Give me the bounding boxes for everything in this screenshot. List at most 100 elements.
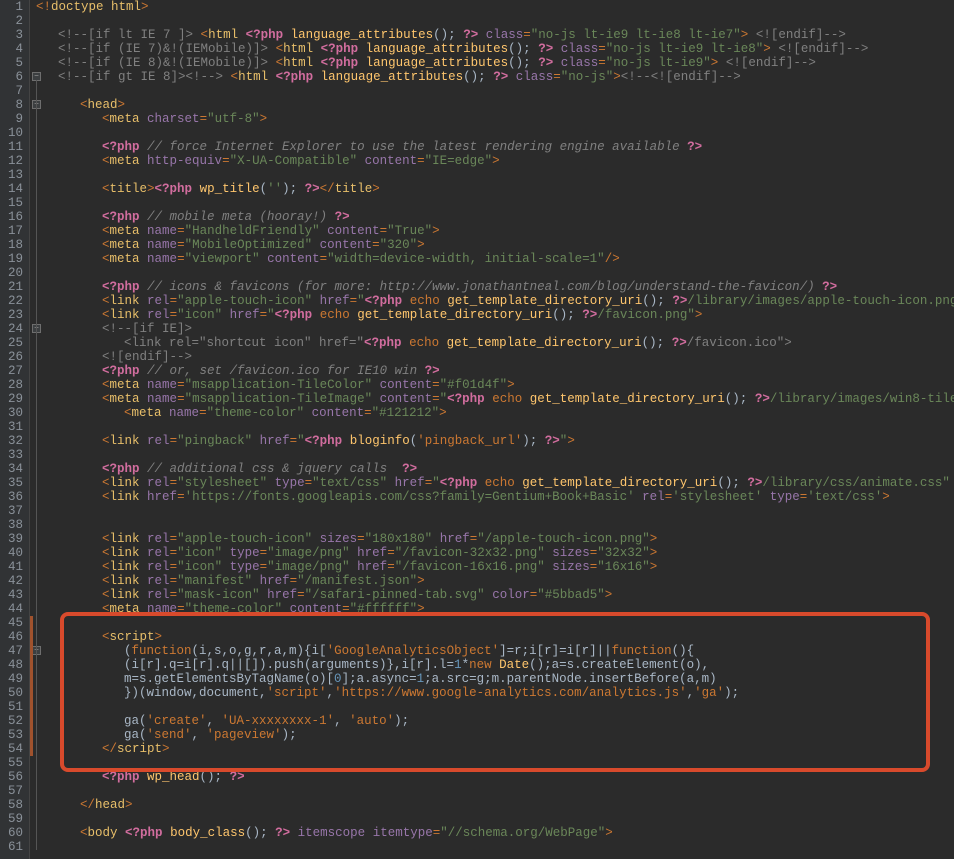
code-line[interactable]: <link href='https://fonts.googleapis.com… [36,490,954,504]
line-number: 13 [4,168,23,182]
code-line[interactable] [36,196,954,210]
code-line[interactable]: </head> [36,798,954,812]
line-number: 36 [4,490,23,504]
code-editor[interactable]: 1234567891011121314151617181920212223242… [0,0,954,859]
code-line[interactable]: <link rel="pingback" href="<?php bloginf… [36,434,954,448]
code-line[interactable]: <head> [36,98,954,112]
code-line[interactable]: <meta name="msapplication-TileColor" con… [36,378,954,392]
code-line[interactable]: <link rel="apple-touch-icon" sizes="180x… [36,532,954,546]
code-line[interactable]: <!--[if (IE 7)&!(IEMobile)]> <html <?php… [36,42,954,56]
line-number: 16 [4,210,23,224]
code-line[interactable] [36,518,954,532]
code-line[interactable]: <meta http-equiv="X-UA-Compatible" conte… [36,154,954,168]
line-number: 37 [4,504,23,518]
code-line[interactable] [36,756,954,770]
code-line[interactable]: (function(i,s,o,g,r,a,m){i['GoogleAnalyt… [36,644,954,658]
code-line[interactable] [36,14,954,28]
line-number: 8 [4,98,23,112]
line-number: 25 [4,336,23,350]
code-line[interactable]: <!--[if IE]> [36,322,954,336]
line-number: 38 [4,518,23,532]
code-line[interactable]: })(window,document,'script','https://www… [36,686,954,700]
code-line[interactable] [36,168,954,182]
code-line[interactable]: <?php // additional css & jquery calls ?… [36,462,954,476]
code-line[interactable]: <script> [36,630,954,644]
code-line[interactable] [36,700,954,714]
line-number: 57 [4,784,23,798]
code-line[interactable]: </script> [36,742,954,756]
code-line[interactable]: <!doctype html> [36,0,954,14]
code-line[interactable]: <title><?php wp_title(''); ?></title> [36,182,954,196]
code-line[interactable]: <meta charset="utf-8"> [36,112,954,126]
code-line[interactable]: <!--[if (IE 8)&!(IEMobile)]> <html <?php… [36,56,954,70]
line-number: 17 [4,224,23,238]
line-number: 34 [4,462,23,476]
line-number: 19 [4,252,23,266]
code-line[interactable] [36,448,954,462]
line-number-gutter: 1234567891011121314151617181920212223242… [0,0,30,859]
line-number: 9 [4,112,23,126]
line-number: 2 [4,14,23,28]
line-number: 23 [4,308,23,322]
code-line[interactable]: ga('create', 'UA-xxxxxxxx-1', 'auto'); [36,714,954,728]
line-number: 18 [4,238,23,252]
code-line[interactable] [36,840,954,854]
line-number: 1 [4,0,23,14]
code-line[interactable]: (i[r].q=i[r].q||[]).push(arguments)},i[r… [36,658,954,672]
code-line[interactable]: <?php // icons & favicons (for more: htt… [36,280,954,294]
code-line[interactable]: <link rel="icon" type="image/png" href="… [36,560,954,574]
code-line[interactable]: <meta name="theme-color" content="#12121… [36,406,954,420]
line-number: 4 [4,42,23,56]
code-line[interactable]: ga('send', 'pageview'); [36,728,954,742]
code-line[interactable] [36,266,954,280]
code-line[interactable]: <!--[if gt IE 8]><!--> <html <?php langu… [36,70,954,84]
line-number: 32 [4,434,23,448]
line-number: 10 [4,126,23,140]
code-line[interactable] [36,616,954,630]
code-line[interactable]: <meta name="viewport" content="width=dev… [36,252,954,266]
code-line[interactable]: <link rel="manifest" href="/manifest.jso… [36,574,954,588]
code-line[interactable]: m=s.getElementsByTagName(o)[0];a.async=1… [36,672,954,686]
code-line[interactable]: <link rel="icon" href="<?php echo get_te… [36,308,954,322]
code-line[interactable]: <link rel="shortcut icon" href="<?php ec… [36,336,954,350]
line-number: 35 [4,476,23,490]
code-line[interactable]: <body <?php body_class(); ?> itemscope i… [36,826,954,840]
code-line[interactable]: <link rel="stylesheet" type="text/css" h… [36,476,954,490]
line-number: 52 [4,714,23,728]
line-number: 45 [4,616,23,630]
line-number: 40 [4,546,23,560]
code-line[interactable] [36,504,954,518]
code-line[interactable]: <meta name="MobileOptimized" content="32… [36,238,954,252]
code-line[interactable]: <!--[if lt IE 7 ]> <html <?php language_… [36,28,954,42]
line-number: 47 [4,644,23,658]
code-line[interactable]: <![endif]--> [36,350,954,364]
code-line[interactable]: <meta name="HandheldFriendly" content="T… [36,224,954,238]
line-number: 14 [4,182,23,196]
line-number: 41 [4,560,23,574]
code-line[interactable]: <?php // force Internet Explorer to use … [36,140,954,154]
code-line[interactable]: <meta name="theme-color" content="#fffff… [36,602,954,616]
code-line[interactable] [36,84,954,98]
line-number: 42 [4,574,23,588]
line-number: 21 [4,280,23,294]
code-line[interactable]: <link rel="mask-icon" href="/safari-pinn… [36,588,954,602]
code-line[interactable]: <link rel="apple-touch-icon" href="<?php… [36,294,954,308]
line-number: 54 [4,742,23,756]
line-number: 39 [4,532,23,546]
line-number: 22 [4,294,23,308]
code-line[interactable] [36,420,954,434]
line-number: 7 [4,84,23,98]
code-area[interactable]: <!doctype html> <!--[if lt IE 7 ]> <html … [30,0,954,859]
code-line[interactable]: <link rel="icon" type="image/png" href="… [36,546,954,560]
line-number: 46 [4,630,23,644]
line-number: 51 [4,700,23,714]
code-line[interactable]: <meta name="msapplication-TileImage" con… [36,392,954,406]
line-number: 61 [4,840,23,854]
code-line[interactable] [36,812,954,826]
code-line[interactable] [36,784,954,798]
line-number: 24 [4,322,23,336]
code-line[interactable] [36,126,954,140]
code-line[interactable]: <?php // mobile meta (hooray!) ?> [36,210,954,224]
code-line[interactable]: <?php // or, set /favicon.ico for IE10 w… [36,364,954,378]
code-line[interactable]: <?php wp_head(); ?> [36,770,954,784]
